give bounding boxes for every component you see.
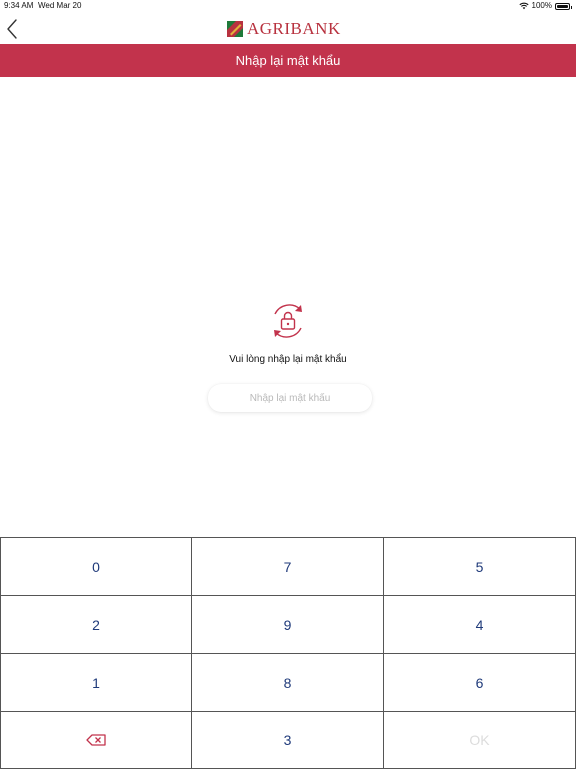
- key-7[interactable]: 7: [192, 538, 384, 596]
- back-button[interactable]: [4, 18, 24, 40]
- numeric-keypad: 0 7 5 2 9 4 1 8 6 3 OK: [0, 537, 576, 769]
- brand-name: AGRIBANK: [247, 19, 341, 38]
- chevron-left-icon: [7, 19, 17, 39]
- page-title: Nhập lại mật khẩu: [235, 53, 341, 68]
- lock-refresh-icon: [267, 300, 309, 342]
- status-bar: 9:34 AM Wed Mar 20 100%: [0, 0, 576, 14]
- password-confirm-input[interactable]: [208, 384, 372, 412]
- key-4[interactable]: 4: [384, 596, 576, 654]
- key-9[interactable]: 9: [192, 596, 384, 654]
- key-5[interactable]: 5: [384, 538, 576, 596]
- status-date: Wed Mar 20: [38, 1, 82, 10]
- battery-percent: 100%: [531, 1, 552, 10]
- backspace-icon: [86, 734, 106, 746]
- ok-button[interactable]: OK: [384, 712, 576, 769]
- page-title-bar: Nhập lại mật khẩu: [0, 44, 576, 77]
- key-8[interactable]: 8: [192, 654, 384, 712]
- instruction-text: Vui lòng nhập lại mật khẩu: [229, 354, 347, 365]
- key-2[interactable]: 2: [0, 596, 192, 654]
- backspace-button[interactable]: [0, 712, 192, 769]
- agribank-logo-icon: [227, 21, 243, 37]
- status-right: 100%: [518, 0, 572, 12]
- key-1[interactable]: 1: [0, 654, 192, 712]
- brand-logo: AGRIBANK: [227, 19, 341, 39]
- key-0[interactable]: 0: [0, 538, 192, 596]
- wifi-icon: [518, 2, 529, 10]
- status-time: 9:34 AM: [4, 1, 34, 10]
- nav-bar: AGRIBANK: [0, 14, 576, 44]
- key-6[interactable]: 6: [384, 654, 576, 712]
- key-3[interactable]: 3: [192, 712, 384, 769]
- battery-icon: [555, 2, 572, 10]
